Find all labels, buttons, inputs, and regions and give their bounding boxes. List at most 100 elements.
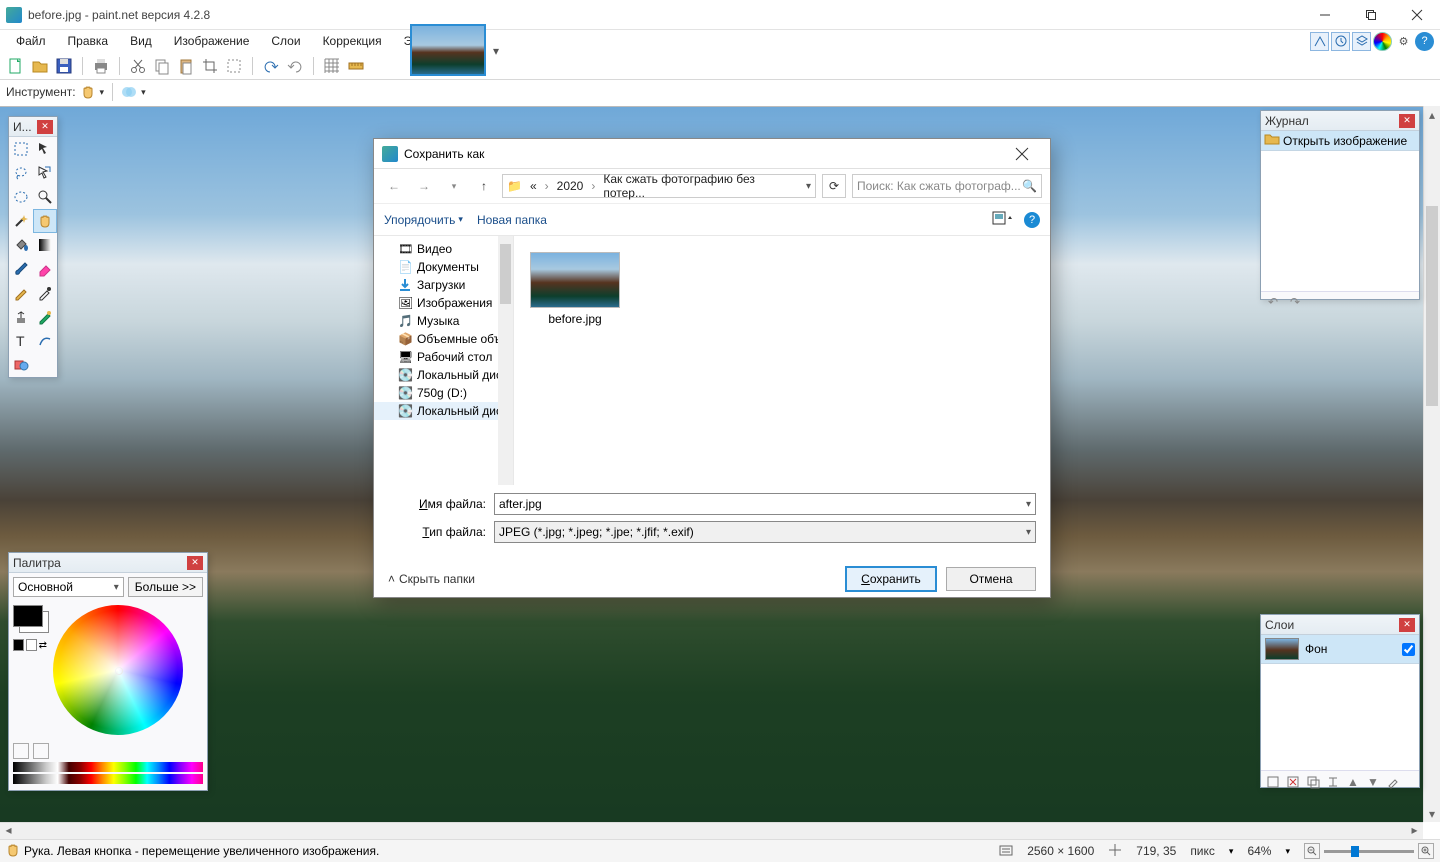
dialog-cancel-button[interactable]: Отмена <box>946 567 1036 591</box>
color-wheel[interactable] <box>53 605 183 735</box>
tool-recolor[interactable] <box>33 305 57 329</box>
tree-downloads[interactable]: Загрузки <box>374 276 513 294</box>
window-layers-toggle[interactable] <box>1352 32 1371 51</box>
palette-close[interactable]: ✕ <box>187 556 203 570</box>
file-area[interactable]: before.jpg <box>514 236 1050 485</box>
tool-dropdown-icon[interactable]: ▾ <box>100 87 105 98</box>
dialog-save-button[interactable]: Сохранить <box>846 567 936 591</box>
mode-dropdown-icon[interactable]: ▾ <box>141 87 146 98</box>
history-close[interactable]: ✕ <box>1399 114 1415 128</box>
window-tools-toggle[interactable] <box>1310 32 1329 51</box>
copy-button[interactable] <box>152 56 172 76</box>
tool-shapes[interactable] <box>9 353 33 377</box>
nav-tree[interactable]: 🎞Видео 📄Документы Загрузки 🖼Изображения … <box>374 236 514 485</box>
file-item-before[interactable]: before.jpg <box>530 252 620 326</box>
nav-back-button[interactable]: ← <box>382 174 406 198</box>
tool-move-pixels[interactable] <box>33 161 57 185</box>
scroll-left-icon[interactable]: ◂ <box>0 823 17 837</box>
layer-down-icon[interactable]: ▼ <box>1365 774 1381 790</box>
nav-up-button[interactable]: ↑ <box>472 174 496 198</box>
tree-scrollbar[interactable] <box>498 236 513 485</box>
search-input[interactable]: Поиск: Как сжать фотограф... 🔍 <box>852 174 1042 198</box>
dialog-help-icon[interactable]: ? <box>1024 212 1040 228</box>
ruler-toggle[interactable] <box>346 56 366 76</box>
history-undo-icon[interactable]: ↶ <box>1265 294 1281 310</box>
palette-strip-row1[interactable] <box>13 762 203 772</box>
menu-view[interactable]: Вид <box>120 32 162 50</box>
zoom-dropdown-icon[interactable]: ▾ <box>1285 846 1290 857</box>
zoom-out-button[interactable] <box>1304 843 1320 859</box>
menu-file[interactable]: Файл <box>6 32 56 50</box>
filename-input[interactable]: after.jpg▾ <box>494 493 1036 515</box>
layers-panel[interactable]: Слои✕ Фон ▲ ▼ <box>1260 614 1420 788</box>
thumbnail-dropdown-icon[interactable]: ▾ <box>493 44 499 58</box>
swap-colors-button[interactable] <box>26 639 37 651</box>
tool-fill[interactable] <box>9 233 33 257</box>
print-button[interactable] <box>91 56 111 76</box>
tool-line[interactable] <box>33 329 57 353</box>
menu-adjust[interactable]: Коррекция <box>313 32 392 50</box>
undo-button[interactable] <box>261 56 281 76</box>
tree-video[interactable]: 🎞Видео <box>374 240 513 258</box>
palette-add-icon[interactable] <box>13 743 29 759</box>
tools-panel-close[interactable]: ✕ <box>37 120 53 134</box>
color-wheel-cursor[interactable] <box>115 667 123 675</box>
tree-local-e[interactable]: 💽Локальный дис <box>374 402 513 420</box>
help-icon[interactable]: ? <box>1415 32 1434 51</box>
breadcrumb-2020[interactable]: 2020 <box>553 179 588 193</box>
redo-button[interactable] <box>285 56 305 76</box>
new-folder-button[interactable]: Новая папка <box>477 213 547 227</box>
menu-edit[interactable]: Правка <box>58 32 119 50</box>
filetype-combo[interactable]: JPEG (*.jpg; *.jpeg; *.jpe; *.jfif; *.ex… <box>494 521 1036 543</box>
tool-ellipse-select[interactable] <box>9 185 33 209</box>
close-button[interactable] <box>1394 0 1440 30</box>
save-button[interactable] <box>54 56 74 76</box>
tree-desktop[interactable]: 🖥Рабочий стол <box>374 348 513 366</box>
address-dropdown-icon[interactable]: ▾ <box>806 181 811 192</box>
horizontal-scrollbar[interactable]: ◂ ▸ <box>0 822 1423 839</box>
menu-layers[interactable]: Слои <box>261 32 310 50</box>
tree-images[interactable]: 🖼Изображения <box>374 294 513 312</box>
tree-local-c[interactable]: 💽Локальный дис <box>374 366 513 384</box>
tree-drive-d[interactable]: 💽750g (D:) <box>374 384 513 402</box>
tool-text[interactable]: T <box>9 329 33 353</box>
document-thumbnail[interactable]: ▾ <box>410 24 486 76</box>
tool-move-selection[interactable] <box>33 137 57 161</box>
tree-3d[interactable]: 📦Объемные объ <box>374 330 513 348</box>
history-item-open[interactable]: Открыть изображение <box>1261 131 1419 151</box>
palette-strip-row2[interactable] <box>13 774 203 784</box>
layer-add-icon[interactable] <box>1265 774 1281 790</box>
tree-documents[interactable]: 📄Документы <box>374 258 513 276</box>
layer-delete-icon[interactable] <box>1285 774 1301 790</box>
layer-duplicate-icon[interactable] <box>1305 774 1321 790</box>
maximize-button[interactable] <box>1348 0 1394 30</box>
deselect-button[interactable] <box>224 56 244 76</box>
tool-clone-stamp[interactable] <box>9 305 33 329</box>
layer-mode-icon[interactable] <box>121 85 137 99</box>
view-mode-dropdown[interactable] <box>992 211 1014 228</box>
reset-colors-button[interactable] <box>13 639 24 651</box>
breadcrumb-folder[interactable]: Как сжать фотографию без потер... <box>599 172 802 200</box>
layer-up-icon[interactable]: ▲ <box>1345 774 1361 790</box>
settings-icon[interactable]: ⚙ <box>1394 32 1413 51</box>
address-bar[interactable]: 📁 « › 2020 › Как сжать фотографию без по… <box>502 174 816 198</box>
zoom-slider-thumb[interactable] <box>1351 846 1359 857</box>
tool-rect-select[interactable] <box>9 137 33 161</box>
layer-properties-icon[interactable] <box>1385 774 1401 790</box>
history-redo-icon[interactable]: ↷ <box>1287 294 1303 310</box>
window-history-toggle[interactable] <box>1331 32 1350 51</box>
history-panel[interactable]: Журнал✕ Открыть изображение ↶ ↷ <box>1260 110 1420 300</box>
dialog-close-button[interactable] <box>1002 140 1042 168</box>
palette-manage-icon[interactable] <box>33 743 49 759</box>
layers-close[interactable]: ✕ <box>1399 618 1415 632</box>
tool-color-picker[interactable] <box>33 281 57 305</box>
crop-button[interactable] <box>200 56 220 76</box>
minimize-button[interactable] <box>1302 0 1348 30</box>
palette-more-button[interactable]: Больше >> <box>128 577 203 597</box>
tool-lasso[interactable] <box>9 161 33 185</box>
tool-pan[interactable] <box>33 209 57 233</box>
zoom-in-button[interactable] <box>1418 843 1434 859</box>
tool-brush[interactable] <box>9 257 33 281</box>
filetype-dropdown-icon[interactable]: ▾ <box>1026 527 1031 538</box>
tool-magic-wand[interactable] <box>9 209 33 233</box>
